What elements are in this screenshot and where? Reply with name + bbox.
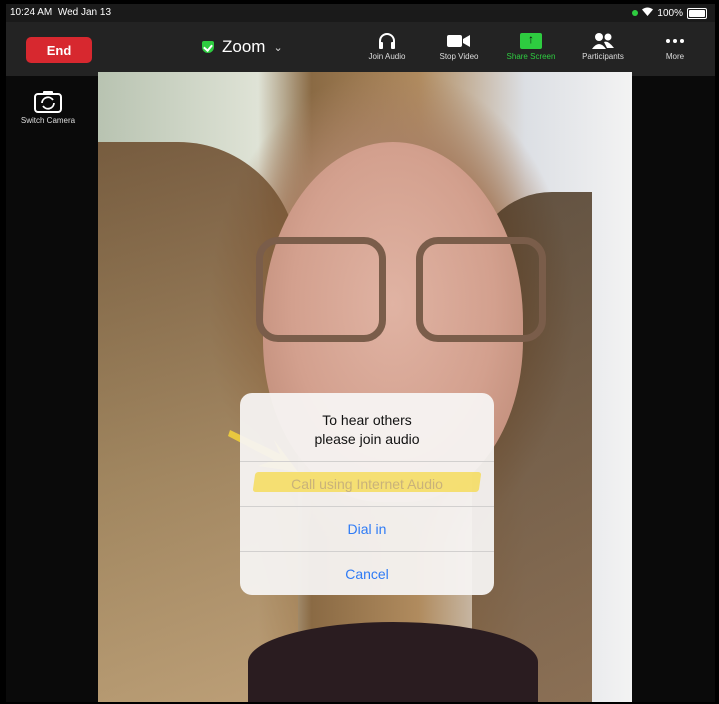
call-indicator-icon bbox=[632, 10, 639, 16]
share-screen-label: Share Screen bbox=[506, 52, 556, 61]
stop-video-button[interactable]: Stop Video bbox=[429, 30, 489, 61]
more-button[interactable]: More bbox=[645, 30, 705, 61]
meeting-toolbar: End Zoom ⌄ Join Audio Stop Video Share bbox=[6, 22, 715, 76]
cancel-button[interactable]: Cancel bbox=[240, 551, 494, 595]
meeting-title: Zoom bbox=[222, 37, 266, 56]
zoom-window: 10:24 AM Wed Jan 13 100% End Zoom ⌄ Join… bbox=[6, 4, 715, 702]
call-internet-audio-label: Call using Internet Audio bbox=[291, 476, 443, 492]
end-meeting-button[interactable]: End bbox=[26, 37, 92, 63]
participants-button[interactable]: Participants bbox=[573, 30, 633, 61]
wifi-icon bbox=[642, 7, 654, 19]
meeting-title-dropdown[interactable]: Zoom ⌄ bbox=[202, 37, 283, 57]
battery-icon bbox=[687, 7, 707, 19]
chevron-down-icon: ⌄ bbox=[273, 41, 283, 54]
more-label: More bbox=[665, 52, 685, 61]
status-right: 100% bbox=[632, 7, 707, 19]
video-glasses bbox=[256, 237, 546, 347]
share-screen-button[interactable]: Share Screen bbox=[501, 30, 561, 61]
join-audio-label: Join Audio bbox=[368, 52, 406, 61]
participants-label: Participants bbox=[582, 52, 624, 61]
video-camera-icon bbox=[429, 30, 489, 52]
video-shirt bbox=[248, 622, 538, 702]
status-time-date: 10:24 AM Wed Jan 13 bbox=[10, 7, 111, 18]
call-internet-audio-button[interactable]: Call using Internet Audio bbox=[240, 461, 494, 506]
share-screen-icon bbox=[520, 32, 542, 49]
more-dots-icon bbox=[645, 30, 705, 52]
status-time: 10:24 AM bbox=[10, 7, 53, 18]
join-audio-button[interactable]: Join Audio bbox=[357, 30, 417, 61]
battery-percent: 100% bbox=[657, 7, 683, 19]
status-date: Wed Jan 13 bbox=[57, 7, 112, 18]
participant-video bbox=[98, 72, 632, 702]
switch-camera-button[interactable]: Switch Camera bbox=[6, 86, 90, 125]
headphones-icon bbox=[357, 30, 417, 52]
participants-icon bbox=[573, 30, 633, 52]
cancel-label: Cancel bbox=[345, 566, 389, 582]
dial-in-button[interactable]: Dial in bbox=[240, 506, 494, 551]
toolbar-actions: Join Audio Stop Video Share Screen Parti… bbox=[357, 30, 705, 61]
dial-in-label: Dial in bbox=[347, 521, 387, 537]
dialog-message: To hear others please join audio bbox=[240, 393, 494, 461]
encryption-shield-icon bbox=[202, 41, 214, 53]
status-bar: 10:24 AM Wed Jan 13 100% bbox=[6, 4, 715, 22]
dialog-message-line1: To hear others bbox=[322, 412, 412, 428]
stop-video-label: Stop Video bbox=[439, 52, 479, 61]
join-audio-dialog: To hear others please join audio Call us… bbox=[240, 393, 494, 595]
dialog-message-line2: please join audio bbox=[314, 431, 420, 447]
switch-camera-label: Switch Camera bbox=[20, 116, 76, 125]
switch-camera-icon bbox=[6, 86, 90, 116]
